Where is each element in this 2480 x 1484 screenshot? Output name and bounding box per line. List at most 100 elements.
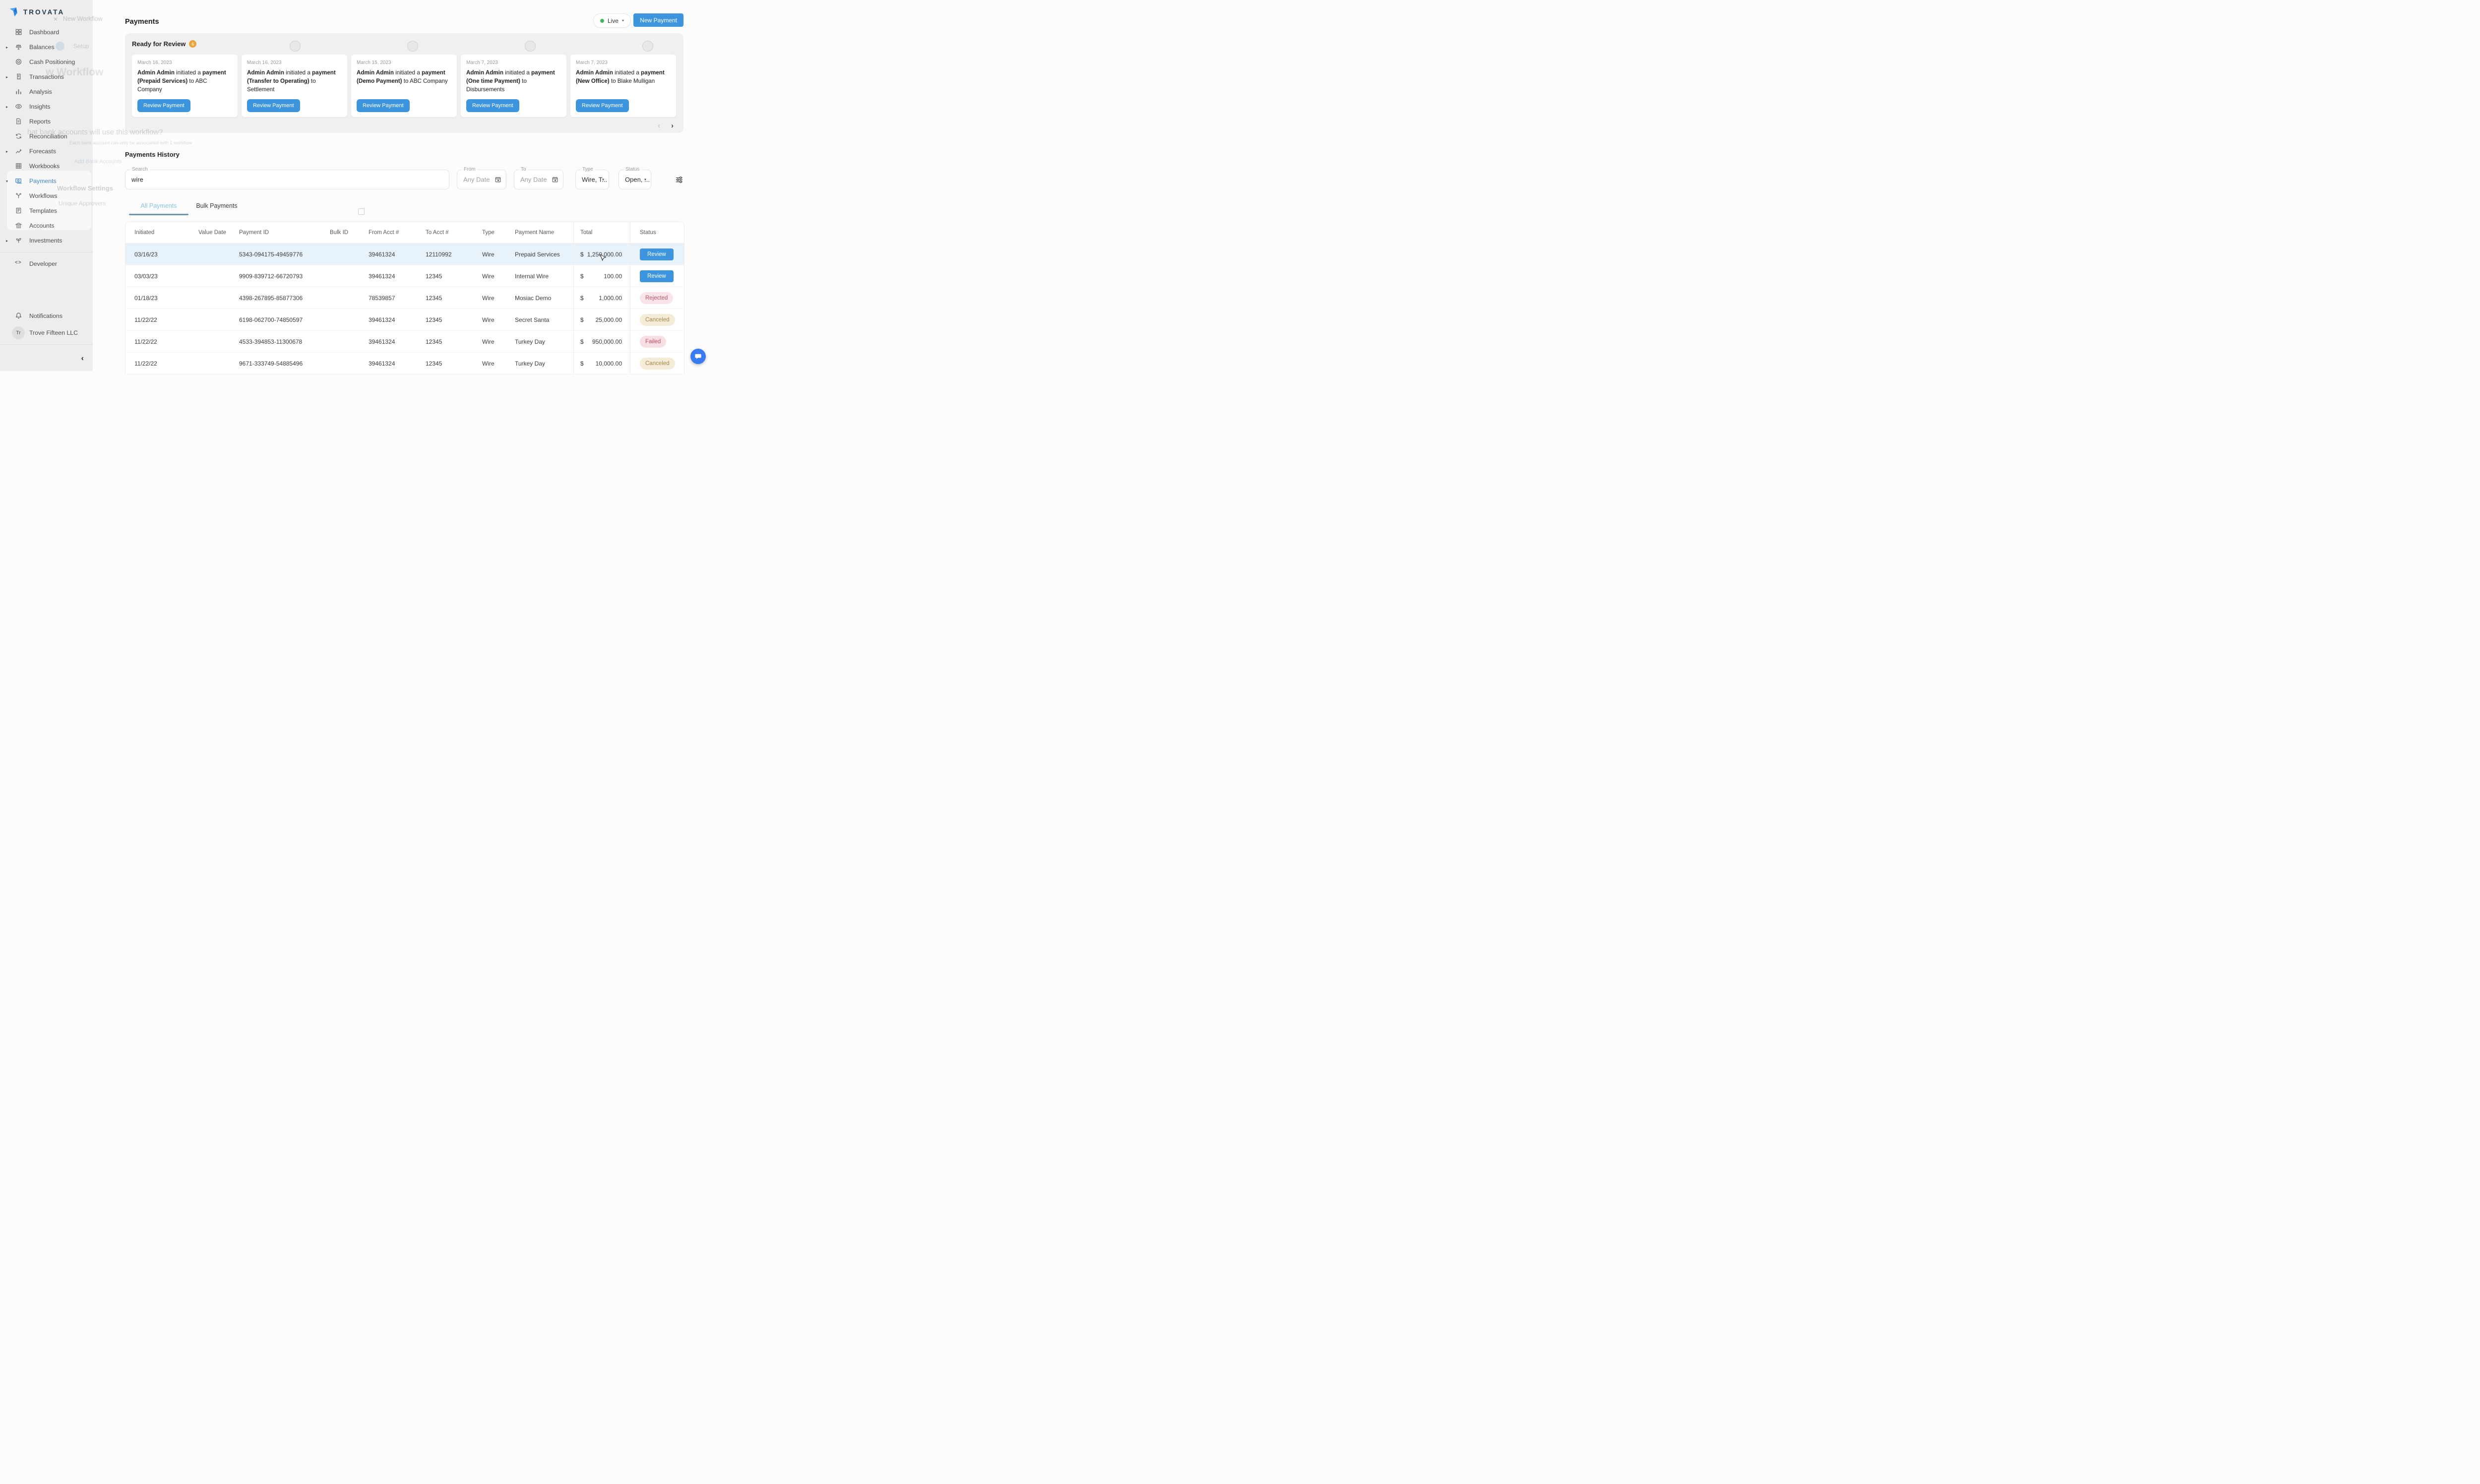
new-payment-button[interactable]: New Payment xyxy=(633,13,683,27)
from-date-picker[interactable]: From Any Date xyxy=(457,170,506,189)
sidebar-item-analysis[interactable]: Analysis xyxy=(0,84,93,99)
card-date: March 16, 2023 xyxy=(247,60,342,65)
total-amount: 1,000.00 xyxy=(599,295,622,302)
ready-for-review-title: Ready for Review xyxy=(132,40,186,48)
ready-for-review-header: Ready for Review 6 xyxy=(132,40,196,48)
forecasts-icon xyxy=(15,147,23,155)
chevron-right-icon[interactable]: ▸ xyxy=(4,45,9,50)
table-row[interactable]: 01/18/23 4398-267895-85877306 78539857 1… xyxy=(125,287,684,309)
sidebar: TROVATA Dashboard ▸ Balances Cash Positi… xyxy=(0,0,93,371)
payments-history-title: Payments History xyxy=(125,151,180,158)
total-amount: 25,000.00 xyxy=(596,316,622,323)
app-window: { "brand": {"name": "TROVATA"}, "icons":… xyxy=(0,0,714,371)
sidebar-item-dashboard[interactable]: Dashboard xyxy=(0,25,93,40)
total-amount: 950,000.00 xyxy=(592,338,622,345)
review-payment-button[interactable]: Review Payment xyxy=(137,99,190,112)
dashboard-icon xyxy=(15,28,23,36)
advanced-filters-button[interactable] xyxy=(675,176,683,184)
card-date: March 16, 2023 xyxy=(137,60,232,65)
sidebar-item-transactions[interactable]: ▸ Transactions xyxy=(0,69,93,84)
carousel-next-icon[interactable]: › xyxy=(671,122,674,130)
sidebar-item-forecasts[interactable]: ▸ Forecasts xyxy=(0,144,93,159)
carousel-nav: ‹ › xyxy=(658,122,674,130)
workflows-icon xyxy=(15,192,23,200)
currency-symbol: $ xyxy=(580,338,584,345)
review-card: March 16, 2023 Admin Admin initiated a p… xyxy=(242,55,347,117)
tab-bulk-payments[interactable]: Bulk Payments xyxy=(194,202,239,215)
chevron-right-icon[interactable]: ▸ xyxy=(4,239,9,243)
total-amount: 100.00 xyxy=(604,273,622,280)
chat-launcher[interactable] xyxy=(690,349,706,364)
search-input[interactable]: Search wire xyxy=(125,170,449,189)
sidebar-item-notifications[interactable]: Notifications xyxy=(0,309,93,323)
sidebar-item-workbooks[interactable]: Workbooks xyxy=(0,159,93,174)
sidebar-item-insights[interactable]: ▸ Insights xyxy=(0,99,93,114)
trovata-logo-icon xyxy=(8,6,19,17)
table-row[interactable]: 03/03/23 9909-839712-66720793 39461324 1… xyxy=(125,265,684,287)
payments-table: Initiated Value Date Payment ID Bulk ID … xyxy=(125,222,684,374)
payments-tabs: All Payments Bulk Payments xyxy=(129,202,239,215)
review-button[interactable]: Review xyxy=(640,248,674,260)
review-card: March 7, 2023 Admin Admin initiated a pa… xyxy=(570,55,676,117)
review-card: March 16, 2023 Admin Admin initiated a p… xyxy=(132,55,238,117)
chevron-right-icon[interactable]: ▸ xyxy=(4,149,9,154)
card-text: Admin Admin initiated a payment (Transfe… xyxy=(247,69,342,94)
status-select[interactable]: Status Open, ... ▾ xyxy=(619,170,651,189)
developer-icon: <> xyxy=(15,260,23,268)
caret-down-icon: ▾ xyxy=(622,18,624,23)
chevron-right-icon[interactable]: ▸ xyxy=(4,75,9,79)
templates-icon xyxy=(15,207,23,215)
sidebar-item-templates[interactable]: Templates xyxy=(0,203,93,218)
chevron-right-icon[interactable]: ▸ xyxy=(4,105,9,109)
environment-dropdown[interactable]: Live ▾ xyxy=(593,13,631,28)
org-avatar: Tr xyxy=(12,326,25,339)
status-badge: Rejected xyxy=(640,292,673,304)
sidebar-item-accounts[interactable]: Accounts xyxy=(0,218,93,233)
org-switcher[interactable]: Tr Trove Fifteen LLC xyxy=(0,325,93,341)
status-badge: Canceled xyxy=(640,314,675,326)
table-row[interactable]: 11/22/22 4533-394853-11300678 39461324 1… xyxy=(125,331,684,353)
review-payment-button[interactable]: Review Payment xyxy=(247,99,300,112)
sidebar-item-balances[interactable]: ▸ Balances xyxy=(0,40,93,55)
review-card: March 15, 2023 Admin Admin initiated a p… xyxy=(351,55,457,117)
card-date: March 15, 2023 xyxy=(357,60,451,65)
type-select[interactable]: Type Wire, T... ▾ xyxy=(575,170,609,189)
insights-icon xyxy=(15,103,23,111)
currency-symbol: $ xyxy=(580,316,584,323)
sidebar-item-workflows[interactable]: Workflows xyxy=(0,188,93,203)
card-date: March 7, 2023 xyxy=(576,60,671,65)
review-card-list: March 16, 2023 Admin Admin initiated a p… xyxy=(132,55,676,117)
chevron-down-icon[interactable]: ▾ xyxy=(4,179,9,184)
review-payment-button[interactable]: Review Payment xyxy=(357,99,410,112)
main-content: Payments Live ▾ New Payment Ready for Re… xyxy=(93,0,714,371)
reconciliation-icon xyxy=(15,132,23,140)
tab-all-payments[interactable]: All Payments xyxy=(129,202,188,215)
to-date-picker[interactable]: To Any Date xyxy=(514,170,563,189)
review-payment-button[interactable]: Review Payment xyxy=(466,99,519,112)
sidebar-collapse-button[interactable]: ‹ xyxy=(81,354,84,363)
cash-positioning-icon xyxy=(15,58,23,66)
investments-icon xyxy=(15,237,23,245)
review-button[interactable]: Review xyxy=(640,270,674,282)
reports-icon xyxy=(15,118,23,125)
card-text: Admin Admin initiated a payment (One tim… xyxy=(466,69,561,94)
bell-icon xyxy=(15,312,23,320)
total-amount: 10,000.00 xyxy=(596,360,622,367)
org-name: Trove Fifteen LLC xyxy=(29,329,78,336)
carousel-prev-icon[interactable]: ‹ xyxy=(658,122,660,130)
table-row[interactable]: 11/22/22 9671-333749-54885496 39461324 1… xyxy=(125,353,684,374)
currency-symbol: $ xyxy=(580,360,584,367)
calendar-icon xyxy=(495,176,501,183)
sidebar-item-developer[interactable]: <> Developer xyxy=(0,256,93,271)
sidebar-item-reports[interactable]: Reports xyxy=(0,114,93,129)
filter-bar: Search wire From Any Date To Any Date Ty… xyxy=(125,170,683,189)
sidebar-item-payments[interactable]: ▾ Payments xyxy=(0,174,93,188)
sidebar-nav: Dashboard ▸ Balances Cash Positioning ▸ … xyxy=(0,25,93,271)
review-card: March 7, 2023 Admin Admin initiated a pa… xyxy=(461,55,566,117)
sidebar-item-reconciliation[interactable]: Reconciliation xyxy=(0,129,93,144)
sidebar-item-cash-positioning[interactable]: Cash Positioning xyxy=(0,55,93,69)
brand-name: TROVATA xyxy=(23,8,64,16)
table-row[interactable]: 11/22/22 6198-062700-74850597 39461324 1… xyxy=(125,309,684,331)
sidebar-item-investments[interactable]: ▸ Investments xyxy=(0,233,93,248)
review-payment-button[interactable]: Review Payment xyxy=(576,99,629,112)
